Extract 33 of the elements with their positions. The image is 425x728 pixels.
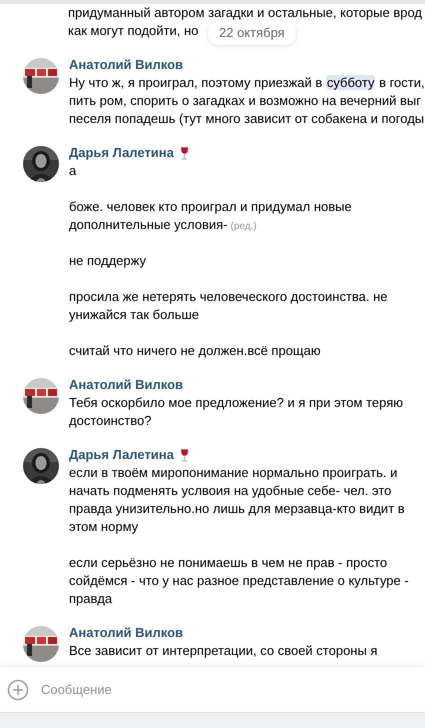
message-text: дополнительные условия- bbox=[69, 216, 228, 234]
wine-glass-icon bbox=[180, 146, 189, 160]
add-icon[interactable] bbox=[7, 678, 29, 700]
message-text: боже. человек кто проиграл и придумал новые bbox=[69, 198, 352, 216]
message-text: как могут подойти, но bbox=[68, 22, 198, 40]
message-text: просила же нетерять человеческого достоинства. не bbox=[69, 288, 388, 306]
message-text: придуманный автором загадки и остальные, которые врод bbox=[68, 4, 422, 22]
message-text: Ну что ж, я проиграл, поэтому приезжай в субботу в гости, bbox=[69, 74, 425, 92]
message-text: песеля попадешь (тут много зависит от собакена и погоды bbox=[69, 110, 424, 128]
author-name[interactable]: Анатолий Вилков bbox=[69, 376, 184, 394]
message-text: не поддержу bbox=[69, 252, 146, 270]
message-text: Все зависит от интерпретации, со своей стороны я bbox=[69, 642, 378, 660]
message-text: начать подменять услвоия на удобные себе- чел. это bbox=[69, 482, 392, 500]
message-text: считай что ничего не должен.всё прощаю bbox=[69, 342, 321, 360]
message-text: этом норму bbox=[69, 518, 138, 536]
message-text: если серьёзно не понимаешь в чем не прав - просто bbox=[69, 554, 388, 572]
author-name[interactable]: Анатолий Вилков bbox=[69, 56, 184, 74]
author-name[interactable]: Дарья Лалетина bbox=[69, 144, 174, 162]
message-text: пить ром, спорить о загадках и возможно на вечерний выг bbox=[69, 92, 422, 110]
message-text: правда bbox=[69, 590, 112, 608]
date-label: 22 октября bbox=[208, 21, 296, 45]
author-name[interactable]: Дарья Лалетина bbox=[69, 446, 174, 464]
message-text: Тебя оскорбило мое предложение? и я при этом теряю bbox=[69, 394, 403, 412]
message-text: сойдёмся - что у нас разное представление о культуре - bbox=[69, 572, 409, 590]
message-field[interactable]: Сообщение bbox=[39, 678, 425, 700]
wine-glass-icon bbox=[180, 448, 189, 462]
message-text: а bbox=[69, 162, 76, 180]
message-text: если в твоём миропонимание нормально проиграть. и bbox=[69, 464, 398, 482]
edited-label: (ред.) bbox=[230, 220, 257, 234]
message-text: унижайся так больше bbox=[69, 306, 200, 324]
message-text: достоинство? bbox=[69, 412, 152, 430]
author-name[interactable]: Анатолий Вилков bbox=[69, 624, 184, 642]
message-text: правда унизительно.но лишь для мерзавца-кто видит в bbox=[69, 500, 405, 518]
